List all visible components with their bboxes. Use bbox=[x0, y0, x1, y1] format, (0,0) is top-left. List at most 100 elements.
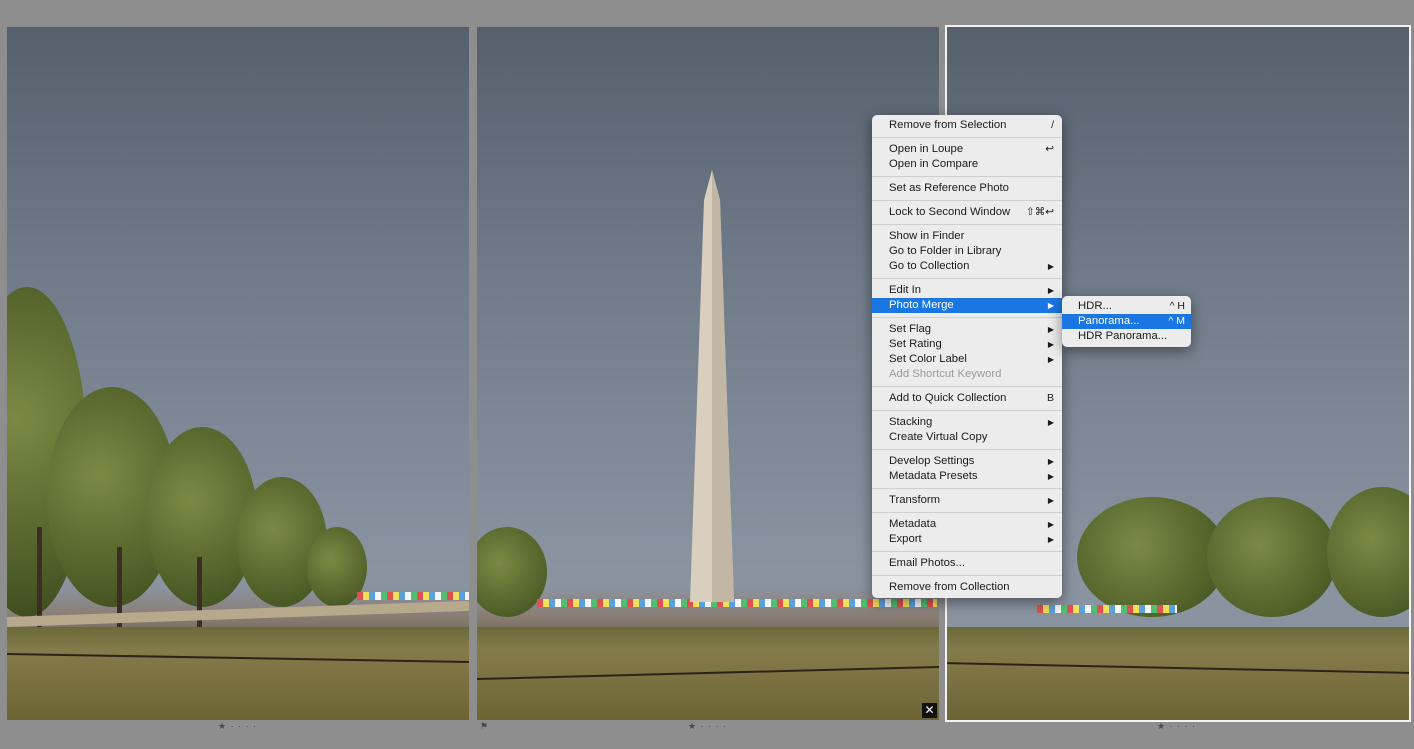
submenu-item-label: HDR... bbox=[1078, 300, 1112, 312]
menu-item-lock-to-second-window[interactable]: Lock to Second Window ⇧⌘↩ bbox=[872, 205, 1062, 220]
submenu-arrow-icon: ▶ bbox=[1047, 286, 1054, 295]
menu-item-label: Edit In bbox=[889, 284, 922, 296]
rating-stars[interactable]: ★ · · · · bbox=[1157, 721, 1196, 732]
menu-item-remove-from-selection[interactable]: Remove from Selection / bbox=[872, 118, 1062, 133]
menu-item-label: Develop Settings bbox=[889, 455, 975, 467]
menu-item-label: Open in Compare bbox=[889, 158, 979, 170]
menu-item-label: Metadata bbox=[889, 518, 937, 530]
submenu-item-hdr-panorama[interactable]: HDR Panorama... bbox=[1062, 329, 1191, 344]
menu-item-label: Show in Finder bbox=[889, 230, 965, 242]
vendor-tents bbox=[357, 592, 469, 600]
menu-item-show-in-finder[interactable]: Show in Finder bbox=[872, 229, 1062, 244]
menu-separator bbox=[872, 575, 1062, 576]
washington-monument bbox=[690, 170, 734, 602]
menu-separator bbox=[872, 410, 1062, 411]
tree-trunk bbox=[37, 527, 42, 627]
menu-separator bbox=[872, 386, 1062, 387]
menu-item-transform[interactable]: Transform ▶ bbox=[872, 493, 1062, 508]
menu-item-email-photos[interactable]: Email Photos... bbox=[872, 556, 1062, 571]
menu-item-label: Set Color Label bbox=[889, 353, 967, 365]
menu-separator bbox=[872, 488, 1062, 489]
submenu-arrow-icon: ▶ bbox=[1047, 262, 1054, 271]
menu-item-photo-merge[interactable]: Photo Merge ▶ bbox=[872, 298, 1062, 313]
tree bbox=[1207, 497, 1337, 617]
menu-item-label: Export bbox=[889, 533, 922, 545]
remove-from-selection-icon[interactable]: ✕ bbox=[922, 703, 937, 718]
menu-item-label: Lock to Second Window bbox=[889, 206, 1011, 218]
submenu-arrow-icon: ▶ bbox=[1047, 301, 1054, 310]
menu-item-label: Remove from Selection bbox=[889, 119, 1007, 131]
menu-separator bbox=[872, 317, 1062, 318]
menu-shortcut: / bbox=[1051, 119, 1054, 131]
submenu-item-hdr[interactable]: HDR... ^ H bbox=[1062, 299, 1191, 314]
menu-item-go-to-collection[interactable]: Go to Collection ▶ bbox=[872, 259, 1062, 274]
menu-item-label: Go to Collection bbox=[889, 260, 970, 272]
menu-item-label: Add Shortcut Keyword bbox=[889, 368, 1002, 380]
photo-cell-1[interactable] bbox=[7, 27, 469, 720]
submenu-item-label: HDR Panorama... bbox=[1078, 330, 1168, 342]
menu-item-label: Set Flag bbox=[889, 323, 932, 335]
submenu-item-label: Panorama... bbox=[1078, 315, 1140, 327]
menu-separator bbox=[872, 278, 1062, 279]
menu-shortcut: ⇧⌘↩ bbox=[1025, 206, 1054, 218]
submenu-arrow-icon: ▶ bbox=[1047, 535, 1054, 544]
menu-item-remove-from-collection[interactable]: Remove from Collection bbox=[872, 580, 1062, 595]
menu-item-develop-settings[interactable]: Develop Settings ▶ bbox=[872, 454, 1062, 469]
menu-item-metadata-presets[interactable]: Metadata Presets ▶ bbox=[872, 469, 1062, 484]
menu-item-set-flag[interactable]: Set Flag ▶ bbox=[872, 322, 1062, 337]
submenu-arrow-icon: ▶ bbox=[1047, 418, 1054, 427]
menu-item-label: Metadata Presets bbox=[889, 470, 978, 482]
grass-field bbox=[7, 627, 469, 720]
menu-item-label: Photo Merge bbox=[889, 299, 954, 311]
submenu-arrow-icon: ▶ bbox=[1047, 355, 1054, 364]
menu-shortcut: B bbox=[1046, 392, 1054, 404]
tree bbox=[1077, 497, 1227, 617]
context-menu: Remove from Selection / Open in Loupe ↩ Open… bbox=[872, 115, 1062, 598]
menu-item-go-to-folder-in-library[interactable]: Go to Folder in Library bbox=[872, 244, 1062, 259]
menu-item-set-as-reference-photo[interactable]: Set as Reference Photo bbox=[872, 181, 1062, 196]
menu-item-label: Stacking bbox=[889, 416, 933, 428]
menu-item-open-in-compare[interactable]: Open in Compare bbox=[872, 157, 1062, 172]
vendor-tents bbox=[537, 599, 937, 607]
menu-item-label: Create Virtual Copy bbox=[889, 431, 988, 443]
submenu-arrow-icon: ▶ bbox=[1047, 496, 1054, 505]
menu-item-label: Add to Quick Collection bbox=[889, 392, 1007, 404]
rating-stars[interactable]: ★ · · · · bbox=[218, 721, 257, 732]
submenu-arrow-icon: ▶ bbox=[1047, 340, 1054, 349]
submenu-arrow-icon: ▶ bbox=[1047, 457, 1054, 466]
menu-item-create-virtual-copy[interactable]: Create Virtual Copy bbox=[872, 430, 1062, 445]
menu-separator bbox=[872, 512, 1062, 513]
menu-separator bbox=[872, 551, 1062, 552]
menu-item-edit-in[interactable]: Edit In ▶ bbox=[872, 283, 1062, 298]
menu-item-stacking[interactable]: Stacking ▶ bbox=[872, 415, 1062, 430]
photo-merge-submenu: HDR... ^ H Panorama... ^ M HDR Panorama... bbox=[1062, 296, 1191, 347]
menu-shortcut: ^ H bbox=[1169, 300, 1185, 312]
menu-item-set-color-label[interactable]: Set Color Label ▶ bbox=[872, 352, 1062, 367]
menu-item-set-rating[interactable]: Set Rating ▶ bbox=[872, 337, 1062, 352]
menu-separator bbox=[872, 224, 1062, 225]
rating-stars[interactable]: ★ · · · · bbox=[688, 721, 727, 732]
menu-separator bbox=[872, 176, 1062, 177]
menu-item-label: Set Rating bbox=[889, 338, 942, 350]
submenu-arrow-icon: ▶ bbox=[1047, 520, 1054, 529]
menu-item-label: Email Photos... bbox=[889, 557, 965, 569]
menu-shortcut: ↩ bbox=[1045, 143, 1054, 155]
submenu-arrow-icon: ▶ bbox=[1047, 472, 1054, 481]
menu-item-label: Remove from Collection bbox=[889, 581, 1010, 593]
flag-icon[interactable]: ⚑ bbox=[480, 721, 488, 732]
menu-item-export[interactable]: Export ▶ bbox=[872, 532, 1062, 547]
menu-item-label: Go to Folder in Library bbox=[889, 245, 1002, 257]
submenu-item-panorama[interactable]: Panorama... ^ M bbox=[1062, 314, 1191, 329]
menu-item-open-in-loupe[interactable]: Open in Loupe ↩ bbox=[872, 142, 1062, 157]
grass-field bbox=[947, 627, 1409, 720]
submenu-arrow-icon: ▶ bbox=[1047, 325, 1054, 334]
menu-item-label: Transform bbox=[889, 494, 941, 506]
menu-separator bbox=[872, 137, 1062, 138]
menu-item-add-shortcut-keyword: Add Shortcut Keyword bbox=[872, 367, 1062, 382]
menu-item-metadata[interactable]: Metadata ▶ bbox=[872, 517, 1062, 532]
menu-shortcut: ^ M bbox=[1168, 315, 1185, 327]
menu-separator bbox=[872, 200, 1062, 201]
menu-item-add-to-quick-collection[interactable]: Add to Quick Collection B bbox=[872, 391, 1062, 406]
menu-separator bbox=[872, 449, 1062, 450]
vendor-tents bbox=[1037, 605, 1177, 613]
